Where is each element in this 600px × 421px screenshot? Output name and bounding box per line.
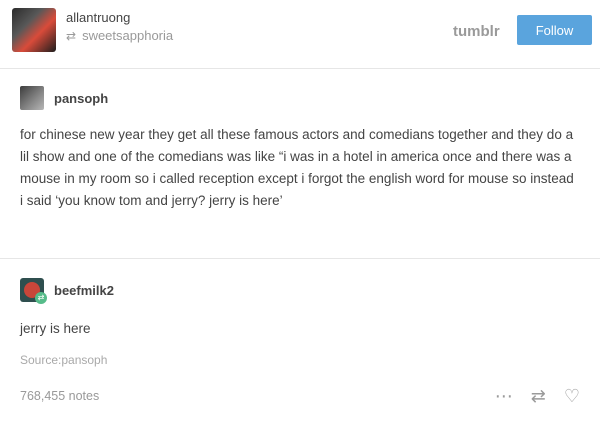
avatar-beefmilk2[interactable]: ⇄ xyxy=(20,278,47,304)
avatar[interactable] xyxy=(12,8,56,52)
action-bar: ⋯ ⇄ ♡ xyxy=(495,385,580,407)
reblogged-from-name[interactable]: sweetsapphoria xyxy=(82,28,173,43)
follow-button[interactable]: Follow xyxy=(517,15,592,45)
reblogged-from: ⇄ sweetsapphoria xyxy=(66,28,173,43)
reblog-icon[interactable]: ⇄ xyxy=(531,385,546,407)
post-header: allantruong ⇄ sweetsapphoria tumblr Foll… xyxy=(0,0,600,68)
header-username[interactable]: allantruong xyxy=(66,10,130,25)
more-icon[interactable]: ⋯ xyxy=(495,385,513,407)
source-link[interactable]: Source:pansoph xyxy=(20,353,107,367)
divider xyxy=(0,258,600,259)
blog-name[interactable]: pansoph xyxy=(54,91,108,106)
avatar-pansoph[interactable] xyxy=(20,86,44,110)
post-body: for chinese new year they get all these … xyxy=(20,127,574,208)
reblog-badge-icon: ⇄ xyxy=(35,292,47,304)
heart-icon[interactable]: ♡ xyxy=(564,385,580,407)
notes-count[interactable]: 768,455 notes xyxy=(20,389,99,403)
blog-name[interactable]: beefmilk2 xyxy=(54,283,114,298)
divider xyxy=(0,68,600,69)
post-author-row: pansoph xyxy=(20,86,108,110)
reblog-small-icon: ⇄ xyxy=(66,28,77,43)
reply-body: jerry is here xyxy=(20,321,91,336)
post-footer: 768,455 notes ⋯ ⇄ ♡ xyxy=(20,385,580,409)
reply-author-row: ⇄ beefmilk2 xyxy=(20,278,114,304)
tumblr-logo[interactable]: tumblr xyxy=(453,23,500,40)
